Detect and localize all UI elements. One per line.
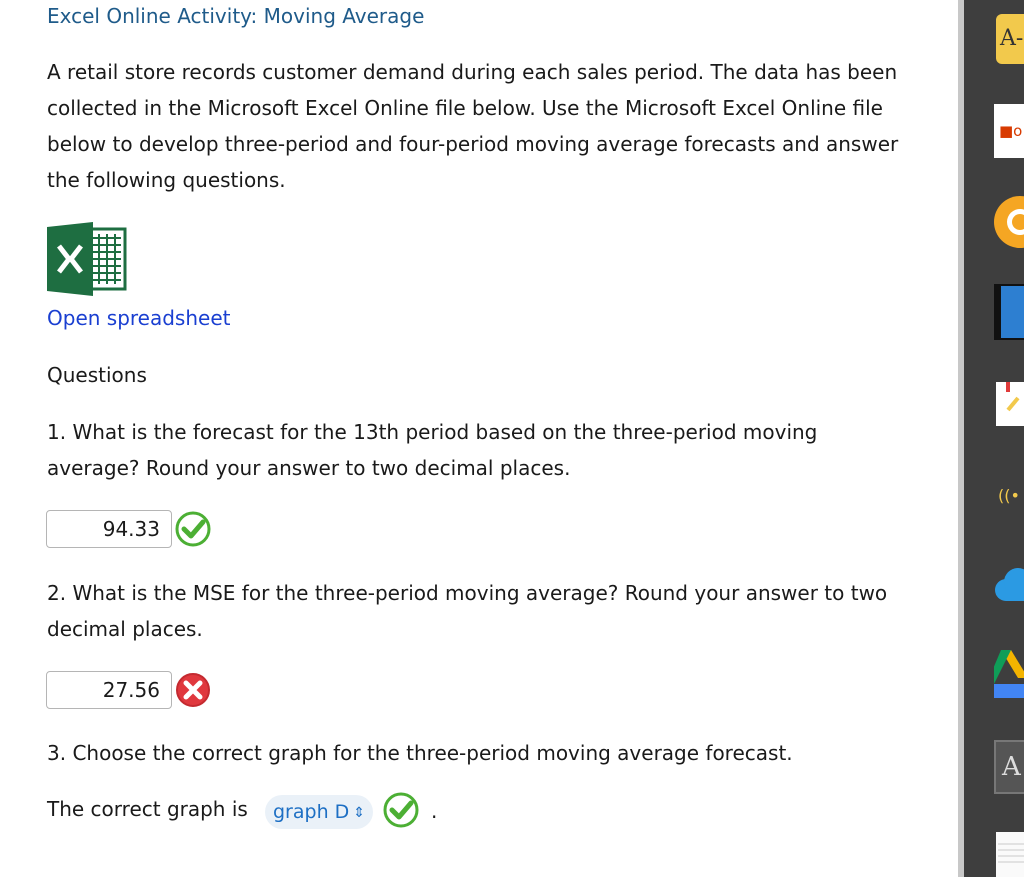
excel-icon[interactable] — [47, 222, 127, 296]
page-title: Excel Online Activity: Moving Average — [47, 4, 425, 28]
cloud-icon[interactable] — [992, 564, 1024, 606]
intro-text: A retail store records customer demand d… — [47, 60, 899, 192]
sidebar: A- ■o ((• A — [964, 0, 1024, 877]
correct-check-icon — [383, 792, 419, 828]
main-content: Excel Online Activity: Moving Average A … — [0, 0, 958, 877]
question-1-answer-input[interactable] — [46, 510, 172, 548]
select-chevron-icon: ⇕ — [353, 805, 366, 821]
graph-select-value: graph D — [273, 801, 350, 823]
font-size-label: A- — [1000, 26, 1024, 51]
question-3-text: 3. Choose the correct graph for the thre… — [47, 741, 793, 765]
blue-book-icon[interactable] — [994, 284, 1024, 340]
incorrect-x-icon — [176, 673, 210, 707]
graph-answer-prefix: The correct graph is — [47, 797, 248, 821]
office-icon[interactable]: ■o — [994, 104, 1024, 158]
questions-heading: Questions — [47, 363, 147, 387]
open-spreadsheet-link[interactable]: Open spreadsheet — [47, 306, 230, 330]
notepad-icon[interactable] — [996, 832, 1024, 877]
question-1-text: 1. What is the forecast for the 13th per… — [47, 420, 818, 480]
drive-icon[interactable] — [994, 650, 1024, 698]
graph-answer-suffix: . — [431, 799, 438, 823]
notes-icon[interactable] — [996, 382, 1024, 426]
wireless-icon[interactable]: ((• — [998, 486, 1020, 505]
graph-select-dropdown[interactable]: graph D ⇕ — [265, 795, 374, 829]
question-2-answer-input[interactable] — [46, 671, 172, 709]
question-2-text: 2. What is the MSE for the three-period … — [47, 581, 888, 641]
acrobat-icon[interactable]: A — [994, 740, 1024, 794]
font-size-icon[interactable]: A- — [996, 14, 1024, 64]
correct-check-icon — [175, 511, 211, 547]
orange-circle-icon[interactable] — [992, 194, 1024, 250]
